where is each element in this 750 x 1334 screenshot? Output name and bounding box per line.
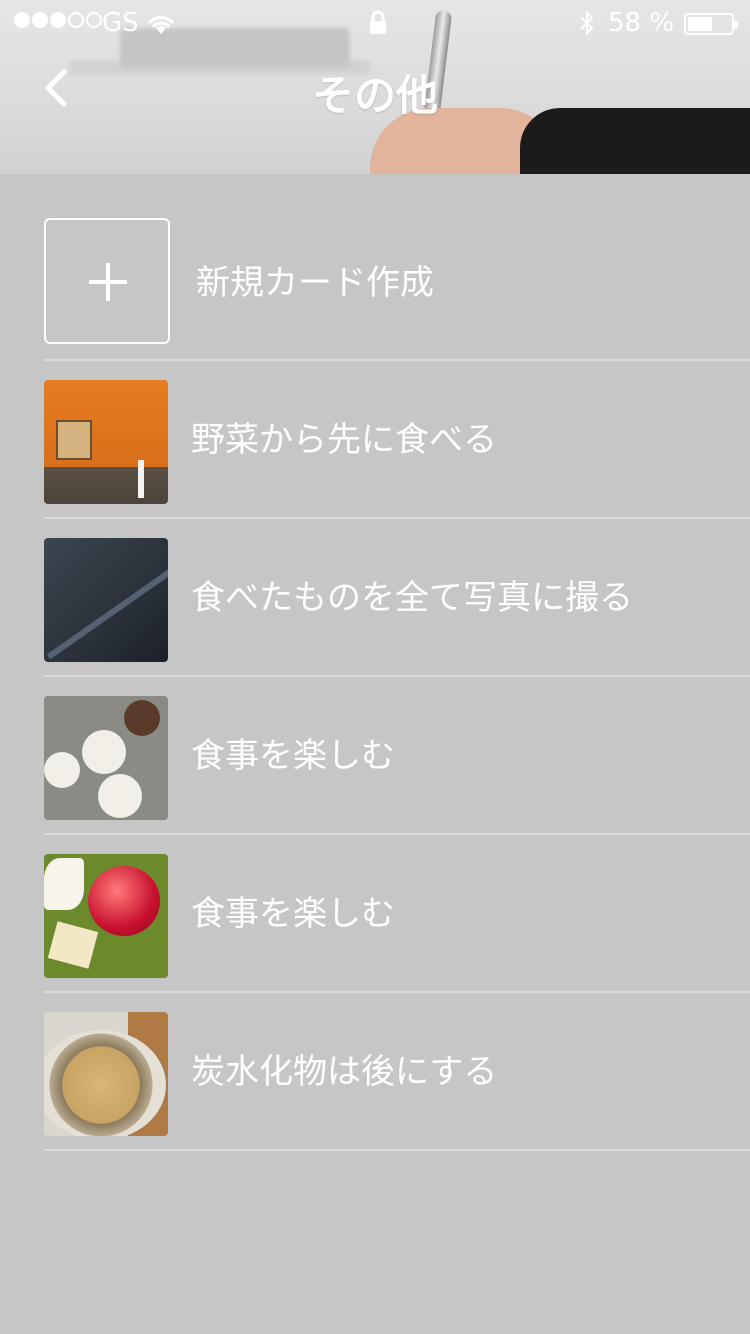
divider (44, 1149, 750, 1151)
photo-window (56, 420, 92, 460)
card-list: 新規カード作成 野菜から先に食べる 食べたものを全て写真に撮る 食事を楽しむ 食… (0, 174, 750, 1151)
battery-icon (684, 13, 738, 35)
photo-apple (88, 866, 160, 936)
signal-strength-icon (14, 12, 102, 28)
signal-dot (14, 12, 30, 28)
signal-dot (68, 12, 84, 28)
photo-stair (46, 562, 168, 660)
new-card-label: 新規カード作成 (196, 263, 434, 303)
list-item[interactable]: 炭水化物は後にする (0, 993, 750, 1151)
list-item[interactable]: 野菜から先に食べる (0, 361, 750, 519)
staircase-photo (44, 538, 168, 662)
list-item[interactable]: 食事を楽しむ (0, 835, 750, 993)
orange-wall-photo (44, 380, 168, 504)
list-item-label: 野菜から先に食べる (191, 420, 497, 460)
signal-dot (32, 12, 48, 28)
photo-plate (82, 730, 126, 774)
photo-plate (98, 774, 142, 818)
signal-dot (86, 12, 102, 28)
bluetooth-icon (578, 9, 596, 44)
battery-percentage: 58 % (608, 8, 675, 38)
lock-icon (368, 10, 388, 43)
list-item-label: 炭水化物は後にする (191, 1052, 498, 1092)
add-card-button[interactable] (44, 218, 170, 344)
photo-cheese (44, 858, 84, 910)
status-bar: GS 58 % (0, 0, 750, 50)
signal-dot (50, 12, 66, 28)
list-item-label: 食事を楽しむ (191, 736, 395, 776)
photo-cheese (47, 921, 99, 969)
page-title: その他 (311, 71, 438, 120)
photo-person (138, 460, 144, 498)
photo-plate (124, 700, 160, 736)
plus-icon (106, 263, 110, 301)
apple-cheese-photo (44, 854, 168, 978)
list-item[interactable]: 食べたものを全て写真に撮る (0, 519, 750, 677)
battery-level-fill (688, 17, 712, 31)
list-item[interactable]: 食事を楽しむ (0, 677, 750, 835)
photo-plate (44, 1030, 166, 1136)
photo-plate (44, 752, 80, 788)
battery-nub (734, 21, 738, 29)
carrier-name: GS (102, 8, 139, 38)
pasta-plate-photo (44, 1012, 168, 1136)
table-meal-photo (44, 696, 168, 820)
wifi-icon (146, 10, 176, 43)
new-card-row[interactable]: 新規カード作成 (0, 174, 750, 361)
list-item-label: 食事を楽しむ (191, 894, 395, 934)
list-item-label: 食べたものを全て写真に撮る (191, 578, 633, 618)
